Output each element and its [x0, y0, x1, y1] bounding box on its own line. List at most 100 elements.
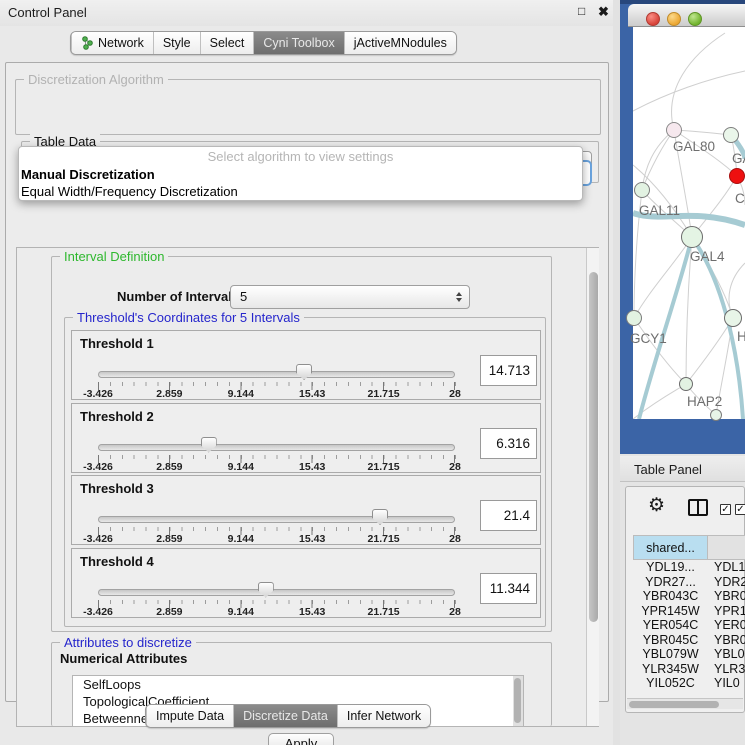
cell-shared-name: YBL079W	[633, 647, 708, 662]
thresholds-groupbox: Threshold's Coordinates for 5 Intervals …	[64, 317, 546, 627]
settings-scrollpane: Interval Definition Number of Intervals …	[16, 247, 599, 727]
interval-definition-title: Interval Definition	[60, 249, 168, 264]
checkbox-icon[interactable]: ✓	[720, 504, 731, 515]
mac-close-icon[interactable]	[646, 12, 660, 26]
column-header-shared[interactable]: shared...	[633, 535, 708, 560]
cyni-bottom-tab[interactable]: Impute Data	[146, 705, 233, 727]
number-of-intervals-spinner[interactable]: 5	[230, 285, 470, 309]
threshold-value-field[interactable]: 6.316	[480, 428, 537, 459]
gear-icon[interactable]: ⚙	[648, 496, 665, 515]
scrollbar-thumb[interactable]	[629, 701, 719, 708]
attribute-list-item[interactable]: SelfLoops	[73, 676, 523, 693]
tick-label: 9.144	[228, 461, 254, 473]
tick-label: 2.859	[156, 533, 182, 545]
cyni-bottom-tab[interactable]: Discretize Data	[233, 705, 337, 727]
network-edge[interactable]	[642, 130, 674, 190]
network-node[interactable]	[666, 122, 682, 138]
table-panel: ⚙ ✓ ✓ shared... na YDL19... YDL1 YDR27.	[625, 486, 745, 713]
algorithm-placeholder: Select algorithm to view settings	[19, 149, 582, 164]
column-header-name[interactable]: na	[708, 535, 745, 560]
network-edge[interactable]	[642, 130, 674, 190]
columns-icon[interactable]	[688, 499, 708, 516]
node-label: H	[737, 329, 745, 344]
cyni-bottom-tab[interactable]: Infer Network	[337, 705, 430, 727]
cell-shared-name: YLR345W	[633, 662, 708, 677]
close-icon[interactable]: ✖	[598, 4, 609, 20]
table-row[interactable]: YDL19... YDL1	[633, 560, 745, 575]
network-node[interactable]	[626, 310, 642, 326]
control-panel-tab[interactable]: Select	[200, 32, 254, 54]
mac-minimize-icon[interactable]	[667, 12, 681, 26]
settings-scrollbar[interactable]	[586, 248, 599, 726]
slider-track[interactable]	[98, 516, 455, 523]
network-edge[interactable]	[633, 71, 745, 111]
algorithm-option[interactable]: Manual Discretization	[21, 166, 582, 183]
panel-split-divider[interactable]: ◂▸	[613, 0, 620, 745]
table-body: YDL19... YDL1 YDR27... YDR2 YBR043C YBR0	[633, 560, 745, 691]
network-node[interactable]	[723, 127, 739, 143]
network-edge[interactable]	[639, 237, 692, 419]
float-window-icon[interactable]: □	[578, 4, 585, 18]
thresholds-group-title: Threshold's Coordinates for 5 Intervals	[73, 310, 304, 325]
network-canvas[interactable]: GAL80 GA C GAL11 GAL4 GCY1 H HAP2	[633, 27, 745, 419]
network-node[interactable]	[710, 409, 722, 421]
screen: Control Panel □ ✖	[0, 0, 745, 745]
table-panel-header: Table Panel	[620, 456, 745, 482]
cell-shared-name: YDR27...	[633, 575, 708, 590]
tick-label: -3.426	[83, 606, 113, 618]
threshold-row: Threshold 3 -3.4262.8599.14415.4321.7152…	[71, 475, 541, 545]
table-row[interactable]: YIL052C YIL0	[633, 676, 745, 691]
cell-name: YBR0	[708, 633, 745, 648]
table-row[interactable]: YLR345W YLR3	[633, 662, 745, 677]
checkbox-icon[interactable]: ✓	[735, 504, 745, 515]
table-row[interactable]: YBR045C YBR0	[633, 633, 745, 648]
threshold-value-field[interactable]: 14.713	[480, 355, 537, 386]
algorithm-group-title: Discretization Algorithm	[24, 72, 168, 87]
network-node[interactable]	[679, 377, 693, 391]
network-edge[interactable]	[672, 33, 725, 130]
cell-name: YLR3	[708, 662, 745, 677]
tab-label: jActiveMNodules	[354, 36, 447, 50]
cell-name: YDR2	[708, 575, 745, 590]
node-label: GCY1	[630, 331, 667, 346]
tick-label: 2.859	[156, 388, 182, 400]
table-panel-title: Table Panel	[634, 462, 702, 477]
cyni-bottom-tab-bar: Impute Data Discretize Data Infer Networ…	[145, 704, 431, 728]
slider-track[interactable]	[98, 589, 455, 596]
network-edge[interactable]	[633, 165, 692, 237]
table-header-row: shared... na	[633, 535, 745, 560]
control-panel-tab[interactable]: Cyni Toolbox	[253, 32, 343, 54]
node-label: GAL4	[690, 249, 725, 264]
slider-track[interactable]	[98, 444, 455, 451]
table-row[interactable]: YER054C YER0	[633, 618, 745, 633]
control-panel-tab[interactable]: jActiveMNodules	[344, 32, 456, 54]
table-row[interactable]: YPR145W YPR1	[633, 604, 745, 619]
threshold-value-field[interactable]: 11.344	[480, 573, 537, 604]
scrollbar-thumb[interactable]	[589, 272, 598, 622]
control-panel-title: Control Panel	[8, 5, 87, 20]
control-panel-tab-bar: Network Style	[70, 31, 457, 55]
table-row[interactable]: YDR27... YDR2	[633, 575, 745, 590]
control-panel-tab[interactable]: Network	[71, 32, 153, 54]
mac-zoom-icon[interactable]	[688, 12, 702, 26]
cell-name: YBL0	[708, 647, 745, 662]
apply-button[interactable]: Apply	[268, 733, 334, 745]
network-node[interactable]	[681, 226, 703, 248]
table-row[interactable]: YBL079W YBL0	[633, 647, 745, 662]
table-hscrollbar[interactable]	[627, 698, 743, 709]
network-node[interactable]	[724, 309, 742, 327]
slider-track[interactable]	[98, 371, 455, 378]
tick-label: 21.715	[368, 461, 400, 473]
threshold-value-field[interactable]: 21.4	[480, 500, 537, 531]
control-panel-tab[interactable]: Style	[153, 32, 200, 54]
network-window-titlebar[interactable]	[628, 4, 745, 27]
cell-name: YIL0	[708, 676, 745, 691]
network-edge[interactable]	[686, 318, 733, 384]
table-row[interactable]: YBR043C YBR0	[633, 589, 745, 604]
algorithm-option[interactable]: Equal Width/Frequency Discretization	[21, 183, 582, 200]
network-edge[interactable]	[634, 237, 692, 318]
network-node[interactable]	[634, 182, 650, 198]
network-node[interactable]	[729, 168, 745, 184]
tab-label: Select	[210, 36, 245, 50]
spinner-arrows-icon[interactable]	[456, 292, 462, 302]
